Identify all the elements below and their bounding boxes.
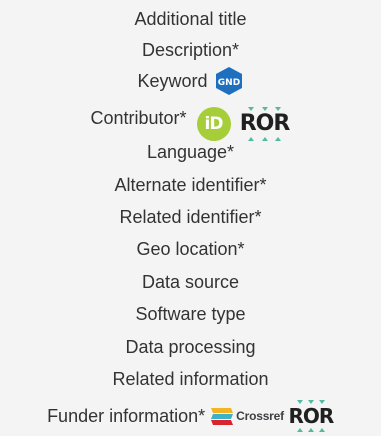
- menu-item-label: Contributor*: [90, 108, 187, 128]
- menu-item-language[interactable]: Language*: [0, 139, 381, 165]
- menu-item-label: Alternate identifier*: [114, 175, 267, 195]
- menu-item-label: Related information: [112, 369, 269, 389]
- menu-item-related-information[interactable]: Related information: [0, 366, 381, 392]
- menu-item-label: Language*: [146, 142, 235, 162]
- contributor-icons: iD ROR: [196, 107, 291, 141]
- menu-item-data-source[interactable]: Data source: [0, 269, 381, 295]
- orcid-icon: iD: [196, 107, 231, 141]
- menu-item-label: Keyword: [137, 71, 208, 91]
- menu-item-label: Software type: [135, 304, 246, 324]
- menu-item-label: Funder information*: [47, 406, 206, 426]
- orcid-icon-text: iD: [204, 114, 224, 134]
- menu-item-funder-information[interactable]: Funder information* Crossref ROR: [0, 400, 381, 432]
- menu-item-label: Geo location*: [136, 239, 245, 259]
- menu-item-label: Related identifier*: [119, 207, 262, 227]
- menu-item-label: Data source: [141, 272, 240, 292]
- menu-item-description[interactable]: Description*: [0, 37, 381, 63]
- funder-icons: Crossref ROR: [211, 400, 334, 432]
- menu-item-alternate-identifier[interactable]: Alternate identifier*: [0, 172, 381, 198]
- menu-item-keyword[interactable]: Keyword GND: [0, 66, 381, 96]
- menu-item-contributor[interactable]: Contributor* iD ROR: [0, 105, 381, 141]
- menu-item-software-type[interactable]: Software type: [0, 301, 381, 327]
- menu-item-related-identifier[interactable]: Related identifier*: [0, 204, 381, 230]
- ror-icon-text: ROR: [288, 404, 335, 428]
- crossref-icon-text: Crossref: [236, 409, 284, 423]
- gnd-icon: GND: [214, 66, 244, 96]
- metadata-field-menu: Additional title Description* Keyword GN…: [0, 0, 381, 436]
- menu-item-geo-location[interactable]: Geo location*: [0, 236, 381, 262]
- crossref-icon: Crossref: [211, 403, 284, 429]
- menu-item-label: Data processing: [125, 337, 256, 357]
- ror-icon-text: ROR: [239, 111, 291, 136]
- gnd-icon-text: GND: [217, 78, 239, 88]
- ror-icon: ROR: [288, 400, 334, 432]
- menu-item-additional-title[interactable]: Additional title: [0, 6, 381, 32]
- ror-icon: ROR: [239, 107, 291, 141]
- menu-item-label: Additional title: [134, 9, 247, 29]
- menu-item-label: Description*: [141, 40, 240, 60]
- menu-item-data-processing[interactable]: Data processing: [0, 334, 381, 360]
